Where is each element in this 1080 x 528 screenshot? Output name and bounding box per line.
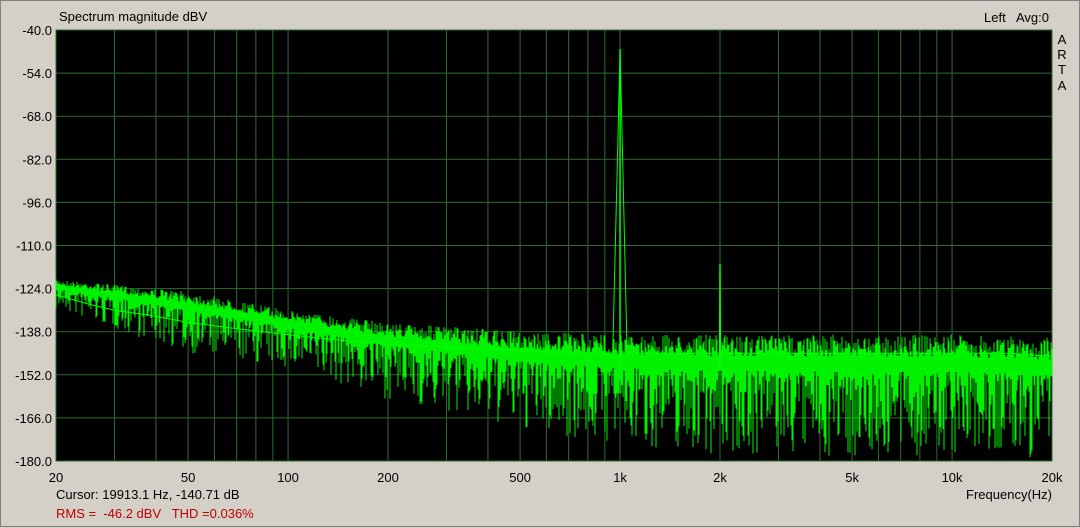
y-tick-label: -138.0 <box>15 325 52 340</box>
x-tick-label: 20 <box>49 470 63 485</box>
y-tick-label: -54.0 <box>22 66 52 81</box>
y-axis-ticks: -40.0 -54.0 -68.0 -82.0 -96.0 -110.0 -124.0 -13… <box>15 23 52 469</box>
x-axis-label: Frequency(Hz) <box>966 487 1052 502</box>
y-tick-label: -40.0 <box>22 23 52 38</box>
x-tick-label: 10k <box>942 470 963 485</box>
brand-letter-r: R <box>1057 47 1066 62</box>
brand-letter-a: A <box>1058 32 1067 47</box>
y-tick-label: -68.0 <box>22 109 52 124</box>
y-tick-label: -166.0 <box>15 411 52 426</box>
chart-title: Spectrum magnitude dBV <box>59 9 207 24</box>
y-tick-label: -82.0 <box>22 152 52 167</box>
brand-letter-a2: A <box>1058 78 1067 93</box>
y-tick-label: -152.0 <box>15 368 52 383</box>
stats-readout: RMS = -46.2 dBV THD =0.036% <box>56 506 254 521</box>
y-tick-label: -96.0 <box>22 195 52 210</box>
x-tick-label: 200 <box>377 470 399 485</box>
cursor-readout: Cursor: 19913.1 Hz, -140.71 dB <box>56 487 240 502</box>
y-tick-label: -110.0 <box>16 239 52 254</box>
x-tick-label: 500 <box>509 470 531 485</box>
spectrum-chart[interactable]: -40.0 -54.0 -68.0 -82.0 -96.0 -110.0 -124.0 -13… <box>1 1 1080 528</box>
x-tick-label: 2k <box>713 470 727 485</box>
x-tick-label: 5k <box>845 470 859 485</box>
y-tick-label: -180.0 <box>15 454 52 469</box>
averaging-label: Avg:0 <box>1016 10 1049 25</box>
x-tick-label: 50 <box>181 470 195 485</box>
x-tick-label: 100 <box>277 470 299 485</box>
y-tick-label: -124.0 <box>15 282 52 297</box>
analyzer-window: -40.0 -54.0 -68.0 -82.0 -96.0 -110.0 -124.0 -13… <box>0 0 1080 527</box>
brand-letter-t: T <box>1058 62 1066 77</box>
x-axis-ticks: 20 50 100 200 500 1k 2k 5k 10k 20k <box>49 470 1063 485</box>
x-tick-label: 20k <box>1042 470 1063 485</box>
channel-label: Left <box>984 10 1006 25</box>
x-tick-label: 1k <box>613 470 627 485</box>
